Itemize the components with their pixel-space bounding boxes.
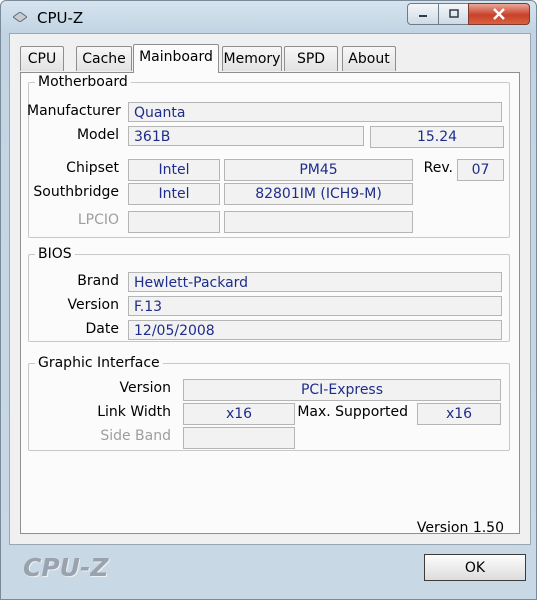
graphic-interface-legend: Graphic Interface [38, 355, 160, 371]
app-window: CPU-Z CPU Cache Mainboard Memory SPD Abo… [0, 0, 537, 600]
manufacturer-value: Quanta [128, 102, 502, 122]
tab-spd[interactable]: SPD [284, 46, 338, 71]
manufacturer-label: Manufacturer [27, 103, 121, 119]
bios-legend: BIOS [38, 246, 72, 262]
client-area: CPU Cache Mainboard Memory SPD About Mot… [9, 33, 531, 545]
max-supported-value: x16 [417, 403, 501, 425]
side-band-value [183, 427, 295, 449]
tab-cache[interactable]: Cache [76, 46, 132, 71]
max-supported-label: Max. Supported [297, 404, 408, 420]
window-title: CPU-Z [37, 9, 84, 27]
tab-mainboard[interactable]: Mainboard [133, 44, 219, 73]
bios-version-label: Version [67, 297, 119, 313]
ok-button[interactable]: OK [424, 554, 526, 581]
minimize-button[interactable] [407, 3, 439, 25]
lpcio-vendor-value [128, 211, 220, 233]
motherboard-legend: Motherboard [38, 74, 128, 90]
title-bar[interactable]: CPU-Z [1, 1, 536, 35]
gi-version-value: PCI-Express [183, 379, 501, 401]
lpcio-model-value [224, 211, 413, 233]
link-width-value: x16 [183, 403, 295, 425]
cpu-z-app-icon [13, 12, 27, 22]
close-icon [493, 8, 505, 20]
lpcio-label: LPCIO [77, 212, 119, 228]
southbridge-model-value: 82801IM (ICH9-M) [224, 183, 413, 205]
chipset-model-value: PM45 [224, 159, 413, 181]
chipset-label: Chipset [66, 160, 119, 176]
close-button[interactable] [468, 3, 530, 25]
tab-memory[interactable]: Memory [222, 46, 282, 71]
southbridge-label: Southbridge [33, 184, 119, 200]
mainboard-panel: Motherboard Manufacturer Quanta Model 36… [20, 72, 520, 534]
cpu-z-logo: CPU-Z [23, 553, 109, 582]
southbridge-vendor-value: Intel [128, 183, 220, 205]
bios-version-value: F.13 [128, 296, 502, 316]
bios-date-value: 12/05/2008 [128, 320, 502, 340]
model-label: Model [76, 127, 119, 143]
side-band-label: Side Band [100, 428, 171, 444]
app-version: Version 1.50 [416, 520, 504, 536]
tab-about[interactable]: About [342, 46, 396, 71]
bios-brand-value: Hewlett-Packard [128, 272, 502, 292]
chipset-vendor-value: Intel [128, 159, 220, 181]
maximize-button[interactable] [438, 3, 469, 25]
model-value: 361B [128, 126, 364, 146]
chipset-rev-label: Rev. [423, 160, 453, 176]
chipset-rev-value: 07 [457, 159, 504, 181]
bios-brand-label: Brand [77, 273, 119, 289]
minimize-icon [419, 15, 427, 17]
link-width-label: Link Width [97, 404, 171, 420]
gi-version-label: Version [119, 380, 171, 396]
maximize-icon [448, 9, 459, 18]
bios-date-label: Date [85, 321, 119, 337]
model-revision-value: 15.24 [370, 126, 504, 148]
tab-cpu[interactable]: CPU [20, 46, 64, 71]
